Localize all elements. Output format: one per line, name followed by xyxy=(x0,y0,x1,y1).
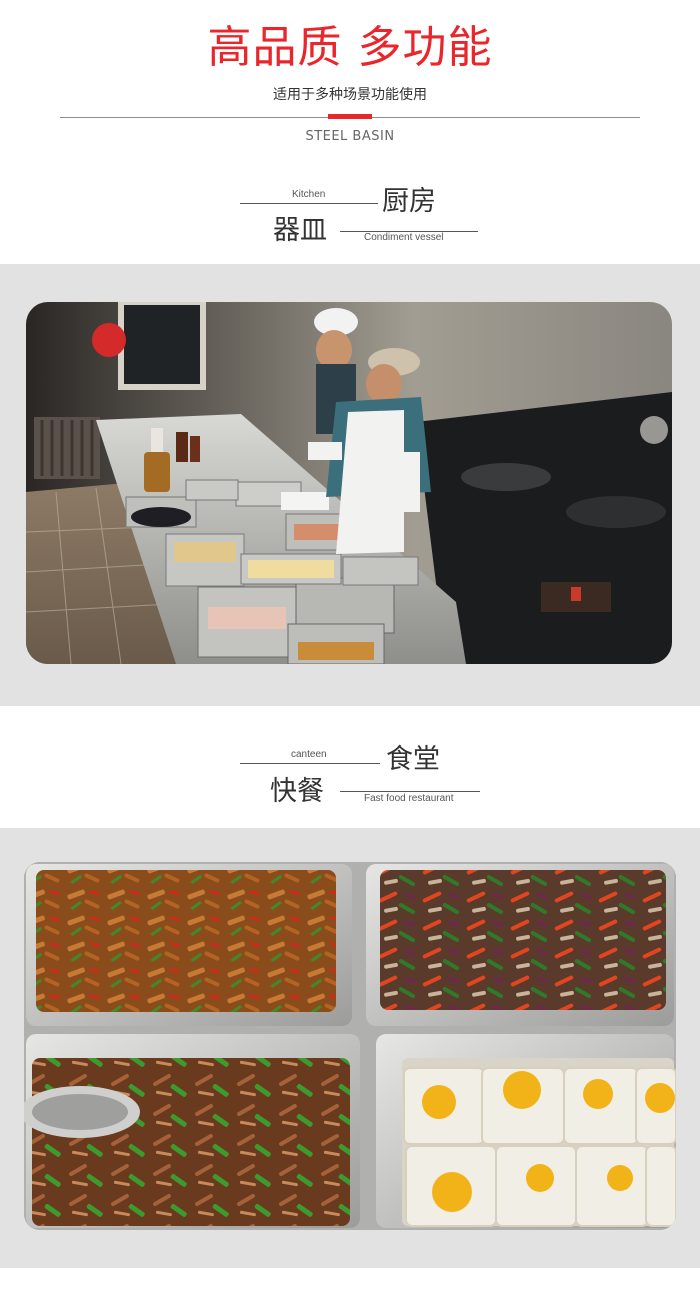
header-accent-bar xyxy=(328,114,372,119)
section2-english-bottom: Fast food restaurant xyxy=(364,793,454,804)
section2-line-top xyxy=(240,763,380,764)
subtitle: 适用于多种场景功能使用 xyxy=(273,87,427,103)
section1-line-top xyxy=(240,203,378,204)
section2-title-left: 快餐 xyxy=(270,776,324,807)
section2-english-top: canteen xyxy=(291,749,327,760)
main-title: 高品质 多功能 xyxy=(207,22,493,73)
section2-title-right: 食堂 xyxy=(386,744,440,775)
section2-line-bottom xyxy=(340,791,480,792)
section1-english-top: Kitchen xyxy=(292,189,326,200)
section1-title-left: 器皿 xyxy=(273,215,327,246)
section1-title-right: 厨房 xyxy=(382,186,436,217)
food-pans-photo xyxy=(24,862,676,1230)
kitchen-photo xyxy=(26,302,672,664)
section1-english-bottom: Condiment vessel xyxy=(364,232,444,243)
header-english-label: STEEL BASIN xyxy=(305,129,395,144)
